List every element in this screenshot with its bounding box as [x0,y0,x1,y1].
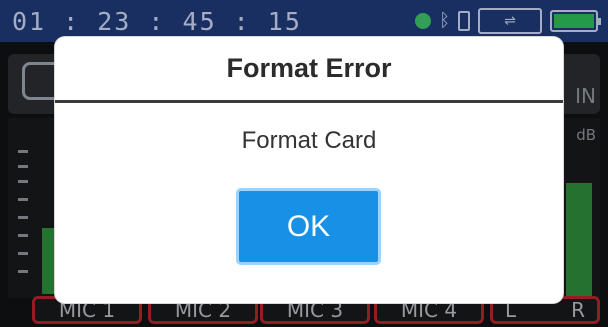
dialog-message: Format Card [241,127,377,154]
format-error-dialog: Format Error Format Card OK [55,37,563,303]
dialog-divider [55,100,563,103]
device-screen: 01 : 23 : 45 : 15 ᛒ ⇌ IN dB MIC 1 MIC 2 … [0,0,608,327]
ok-button[interactable]: OK [236,188,381,265]
dialog-title: Format Error [226,53,392,83]
